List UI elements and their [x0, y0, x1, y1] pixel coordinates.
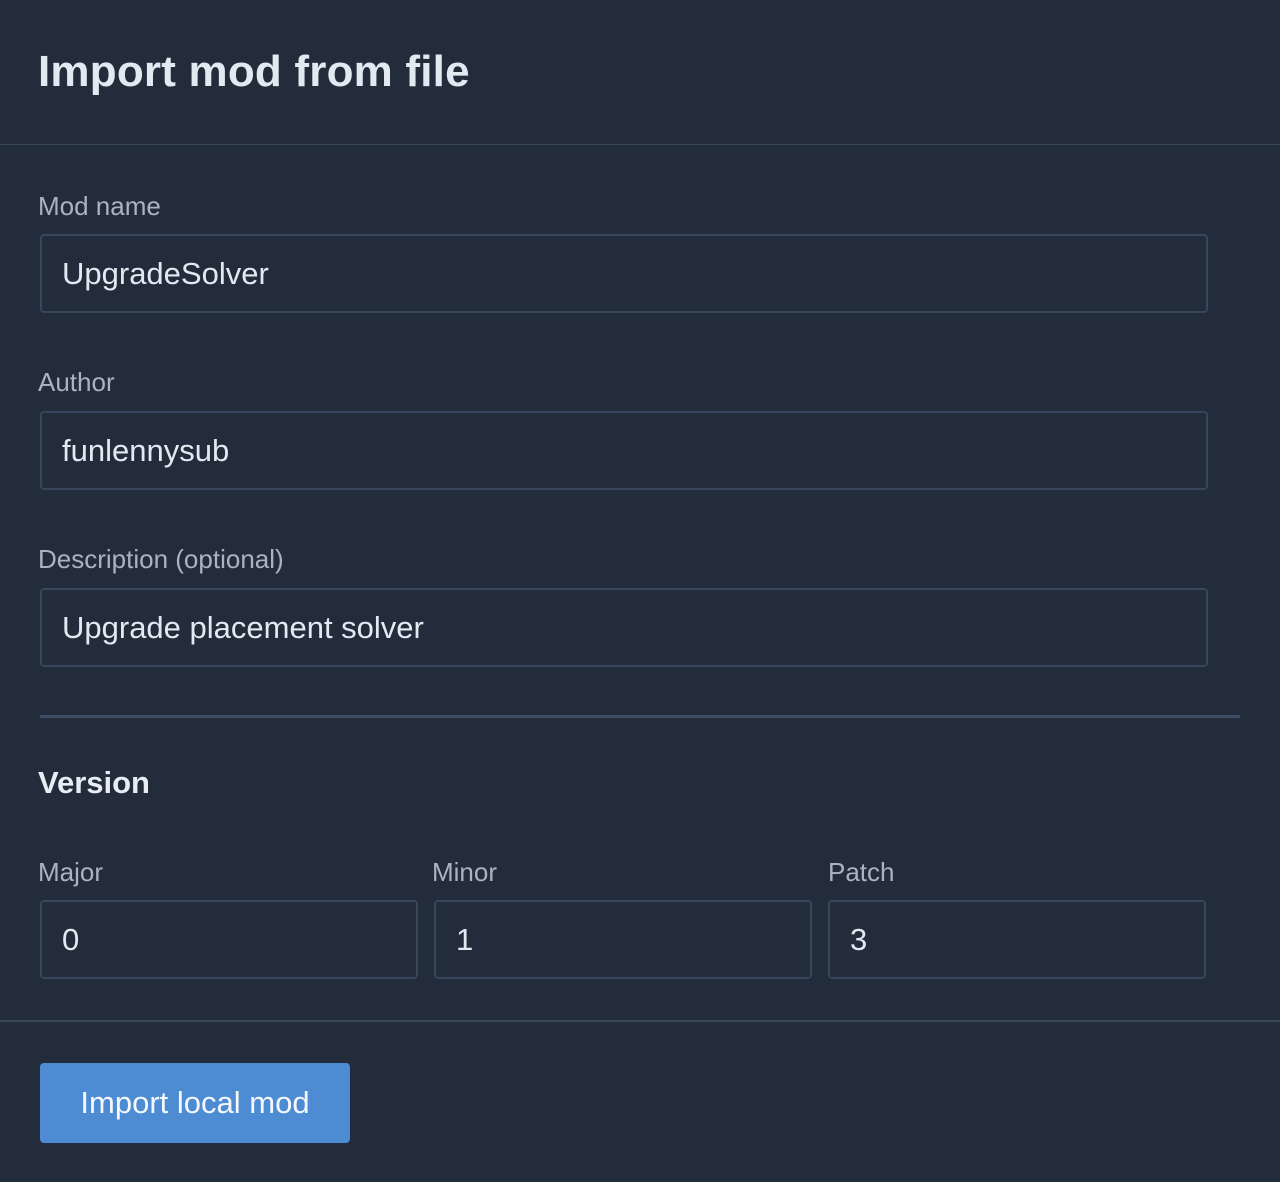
dialog-body: Mod name Author Description (optional) V… — [0, 145, 1280, 1021]
description-input[interactable] — [40, 588, 1208, 667]
major-input[interactable] — [40, 900, 418, 979]
patch-label: Patch — [828, 857, 895, 887]
import-local-mod-button[interactable]: Import local mod — [40, 1063, 350, 1143]
author-label: Author — [38, 367, 115, 397]
version-section-title: Version — [38, 765, 150, 800]
author-input[interactable] — [40, 411, 1208, 490]
patch-input[interactable] — [828, 900, 1206, 979]
mod-name-input[interactable] — [40, 234, 1208, 313]
minor-input[interactable] — [434, 900, 812, 979]
minor-label: Minor — [432, 857, 498, 887]
dialog-header: Import mod from file — [0, 0, 1280, 145]
major-label: Major — [38, 857, 104, 887]
import-mod-dialog: Import mod from file Mod name Author Des… — [0, 0, 1280, 1182]
dialog-footer: Import local mod — [0, 1020, 1280, 1182]
mod-name-label: Mod name — [38, 191, 161, 221]
section-divider — [40, 715, 1240, 718]
description-label: Description (optional) — [38, 544, 284, 574]
dialog-title: Import mod from file — [38, 47, 470, 96]
